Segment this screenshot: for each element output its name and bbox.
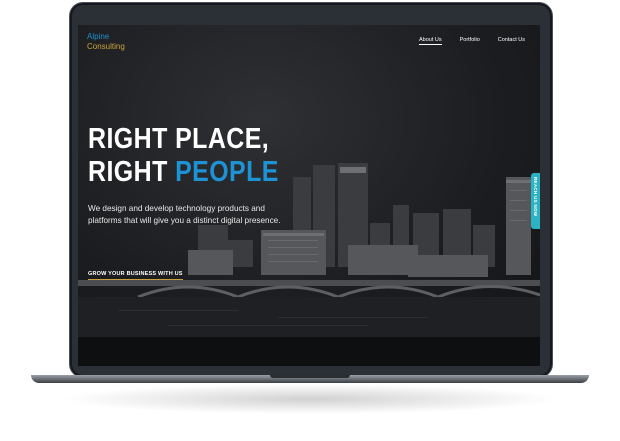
grow-business-cta-link[interactable]: GROW YOUR BUSINESS WITH US (88, 271, 183, 280)
headline-line2-white: RIGHT (88, 156, 168, 188)
section-divider (78, 337, 540, 366)
headline-line1: RIGHT PLACE, (88, 123, 270, 155)
logo-text-line1: Alpine (87, 32, 110, 41)
hero-subhead: We design and develop technology product… (88, 204, 281, 225)
laptop-screen: Alpine Consulting About Us Portfolio Con… (78, 25, 540, 366)
headline-line2-blue: PEOPLE (175, 156, 279, 188)
laptop-mockup: Alpine Consulting About Us Portfolio Con… (0, 0, 620, 441)
nav-portfolio[interactable]: Portfolio (460, 37, 480, 45)
nav-contact-us[interactable]: Contact Us (498, 37, 525, 45)
hero-section: Alpine Consulting About Us Portfolio Con… (78, 25, 540, 337)
reach-us-side-tab[interactable]: REACH US NOW (531, 173, 540, 229)
nav-about-us[interactable]: About Us (418, 37, 442, 45)
main-nav: About Us Portfolio Contact Us (418, 37, 525, 45)
hero-headline: RIGHT PLACE, RIGHT PEOPLE (88, 123, 279, 189)
logo[interactable]: Alpine Consulting (87, 32, 125, 52)
logo-text-line2: Consulting (87, 42, 125, 51)
laptop-notch (270, 375, 350, 378)
laptop-shadow (60, 384, 560, 414)
side-tab-label: REACH US NOW (533, 177, 538, 217)
